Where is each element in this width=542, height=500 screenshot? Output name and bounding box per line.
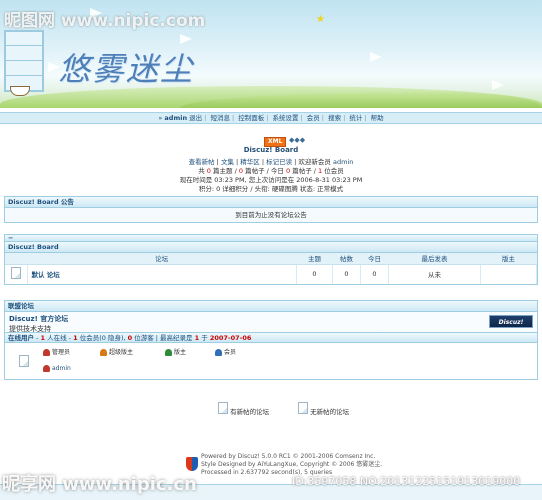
nav-item-messages[interactable]: 短消息 <box>210 114 230 122</box>
nav-item-stats[interactable]: 统计 <box>349 114 362 122</box>
forum-status-icon <box>10 267 21 280</box>
col-today: 今日 <box>360 253 389 265</box>
legend-member: 会员 <box>215 347 236 356</box>
league-forum-link[interactable]: Discuz! 官方论坛 <box>9 314 533 324</box>
nav-user[interactable]: admin <box>164 114 187 122</box>
board-title: Discuz! Board <box>243 146 299 154</box>
footer-style-credit: Style Designed by AiYuLangXue, Copyright… <box>201 461 383 468</box>
no-new-posts-icon <box>298 402 308 414</box>
nav-item-control-panel[interactable]: 控制面板 <box>238 114 264 122</box>
super-mod-user-icon <box>100 349 107 356</box>
col-topics: 主题 <box>296 253 333 265</box>
legend-no-new-forum: 无新帖的论坛 <box>298 402 349 416</box>
admin-user-icon <box>43 365 50 372</box>
table-row: 默认 论坛 0 0 0 从未 <box>5 264 537 284</box>
forum-list-box: − Discuz! Board 论坛 主题 帖数 今日 最后发表 版主 默认 论… <box>4 234 538 285</box>
forum-link[interactable]: 默认 论坛 <box>27 264 297 284</box>
mod-user-icon <box>165 349 172 356</box>
star-icon: ★ <box>316 14 325 25</box>
forum-logo: 悠雾迷尘 <box>58 50 195 88</box>
announcement-title: Discuz! Board 公告 <box>5 197 537 208</box>
new-posts-icon <box>218 402 228 414</box>
forum-topics: 0 <box>296 264 333 284</box>
announcement-box: Discuz! Board 公告 到目前为止没有论坛公告 <box>4 196 538 223</box>
top-nav: » admin 退出 | 短消息 | 控制面板 | 系统设置 | 会员 | 搜索 | 统计 |… <box>0 112 542 124</box>
col-moderators: 版主 <box>480 253 537 265</box>
col-posts: 帖数 <box>332 253 361 265</box>
decorative-dots: ◆◆◆ <box>289 136 306 144</box>
legend-admin: 管理员 <box>43 347 70 356</box>
discuz-logo[interactable]: Discuz! <box>489 315 533 328</box>
collapse-toggle[interactable]: − <box>5 235 537 242</box>
nav-item-members[interactable]: 会员 <box>307 114 320 122</box>
table-header: 论坛 主题 帖数 今日 最后发表 版主 <box>5 253 537 265</box>
forum-mods <box>480 264 537 284</box>
nav-item-search[interactable]: 搜索 <box>328 114 341 122</box>
online-list-icon <box>19 355 29 367</box>
online-users-panel: 管理员 超级版主 版主 会员 admin <box>5 343 537 379</box>
paper-plane-icon <box>48 62 60 72</box>
footer-powered-by[interactable]: Powered by Discuz! 5.0.0 RC1 © 2001-2006… <box>201 453 382 461</box>
league-box: 联盟论坛 Discuz! 官方论坛 提供技术支持 Discuz! 在线用户 - … <box>4 300 538 380</box>
forum-today: 0 <box>360 264 389 284</box>
member-user-icon <box>215 349 222 356</box>
shield-icon <box>186 457 198 471</box>
col-forum: 论坛 <box>27 253 297 265</box>
announcement-text: 到目前为止没有论坛公告 <box>5 208 537 222</box>
nav-arrow-icon: » <box>158 114 163 122</box>
user-status: 积分: 0 详细积分 / 头衔: 硬碟图腾 状态: 正常模式 <box>198 185 344 193</box>
paper-plane-icon <box>370 52 382 62</box>
col-last-post: 最后发表 <box>388 253 481 265</box>
window-illustration <box>4 30 44 92</box>
forum-table: 论坛 主题 帖数 今日 最后发表 版主 默认 论坛 0 0 0 从未 <box>5 253 537 284</box>
league-description: 提供技术支持 <box>9 325 51 333</box>
online-user-admin[interactable]: admin <box>43 365 71 372</box>
nav-item-logout[interactable]: 退出 <box>189 114 202 122</box>
league-row: Discuz! 官方论坛 提供技术支持 Discuz! <box>5 312 537 333</box>
forum-posts: 0 <box>332 264 361 284</box>
admin-user-icon <box>43 349 50 356</box>
nav-item-settings[interactable]: 系统设置 <box>273 114 299 122</box>
forum-last-post: 从未 <box>388 264 481 284</box>
paper-plane-icon <box>492 80 504 90</box>
watermark-id: ID:3597058 NO:20131225151913019000 <box>292 475 521 488</box>
legend-mod: 版主 <box>165 347 186 356</box>
coffee-cup-icon <box>10 86 30 96</box>
league-title: 联盟论坛 <box>5 301 537 312</box>
watermark: 昵享网 www.nipic.cn <box>2 474 197 495</box>
legend-new-forum: 有新帖的论坛 <box>218 402 269 416</box>
paper-plane-icon <box>180 34 192 44</box>
legend-super-mod: 超级版主 <box>100 347 133 356</box>
nav-item-help[interactable]: 帮助 <box>371 114 384 122</box>
forum-category-title[interactable]: Discuz! Board <box>5 242 537 253</box>
watermark: 昵图网 www.nipic.com <box>4 11 206 31</box>
